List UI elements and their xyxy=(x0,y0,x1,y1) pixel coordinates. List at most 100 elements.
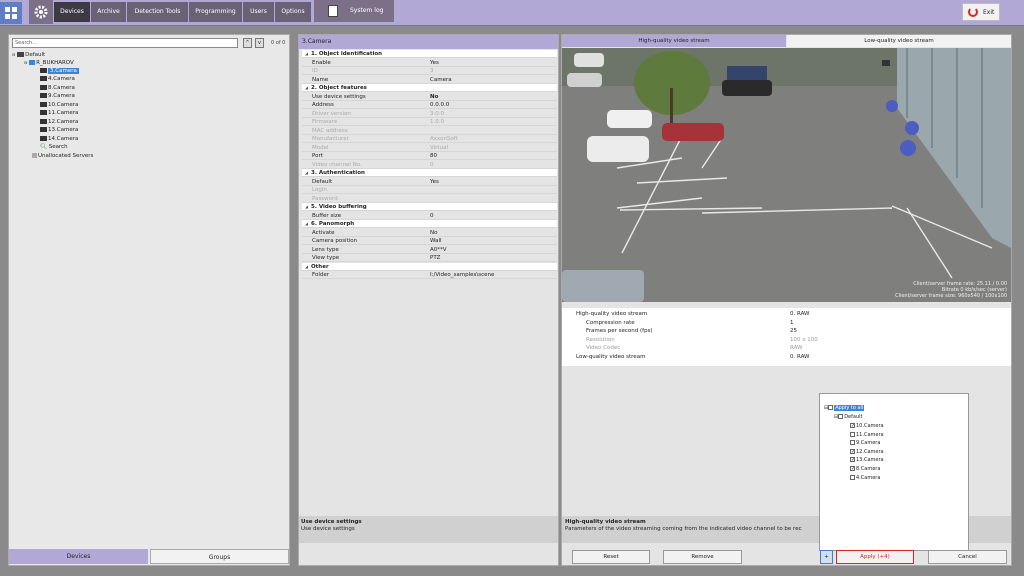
tree-server[interactable]: ⊟ R_BUKHAROV xyxy=(24,59,74,67)
popup-camera-item[interactable]: 4.Camera xyxy=(850,474,880,481)
tree-camera-12[interactable]: 12.Camera xyxy=(40,119,78,126)
property-row[interactable]: Camera position Wall xyxy=(302,237,557,245)
exit-button[interactable]: Exit xyxy=(962,3,1000,21)
popup-camera-item[interactable]: 9.Camera xyxy=(850,440,880,446)
apply-button[interactable]: Apply (+4) xyxy=(836,550,914,564)
camera-checkbox[interactable] xyxy=(850,431,855,437)
property-row[interactable]: Use device settings No xyxy=(302,93,557,101)
tree-camera-10[interactable]: 10.Camera xyxy=(40,102,78,109)
tree-camera-13[interactable]: 13.Camera xyxy=(40,127,78,134)
tree-camera-14[interactable]: 14.Camera xyxy=(40,136,78,143)
popup-camera-item[interactable]: ✓8.Camera xyxy=(850,466,880,472)
property-section[interactable]: ◢ 1. Object identification xyxy=(302,50,557,58)
tab-programming[interactable]: Programming xyxy=(189,2,242,22)
apply-all-checkbox[interactable] xyxy=(828,405,834,410)
tab-detection-tools[interactable]: Detection Tools xyxy=(127,2,188,22)
collapse-triangle-icon[interactable]: ◢ xyxy=(305,220,308,228)
tree-camera-8[interactable]: 8.Camera xyxy=(40,85,75,92)
property-section[interactable]: ◢ 2. Object features xyxy=(302,84,557,92)
property-value[interactable]: 80 xyxy=(430,152,437,160)
tree-camera-9[interactable]: 9.Camera xyxy=(40,93,75,100)
property-row[interactable]: Activate No xyxy=(302,229,557,237)
camera-checkbox[interactable]: ✓ xyxy=(850,466,855,472)
property-row[interactable]: Lens type A0**V xyxy=(302,246,557,254)
stream-setting-value[interactable]: 0. RAW xyxy=(790,353,810,361)
tab-options[interactable]: Options xyxy=(275,2,311,22)
property-row[interactable]: Driver version 3.0.0 xyxy=(302,110,557,118)
property-row[interactable]: Manufacturer AxxonSoft xyxy=(302,135,557,143)
settings-gear-icon[interactable] xyxy=(29,0,53,24)
tab-groups[interactable]: Groups xyxy=(150,549,289,564)
search-input[interactable]: Search... xyxy=(12,38,238,48)
tree-unallocated[interactable]: Unallocated Servers xyxy=(32,153,93,160)
search-next-button[interactable]: v xyxy=(255,38,264,48)
property-row[interactable]: ID 3 xyxy=(302,67,557,75)
tree-camera-11[interactable]: 11.Camera xyxy=(40,110,78,117)
property-value[interactable]: I:/Video_samples\scene xyxy=(430,271,494,279)
tree-camera-3[interactable]: 3.Camera xyxy=(40,68,79,75)
collapse-triangle-icon[interactable]: ◢ xyxy=(305,84,308,92)
tab-low-quality-stream[interactable]: Low-quality video stream xyxy=(787,35,1011,47)
property-value[interactable]: No xyxy=(430,93,438,101)
collapse-triangle-icon[interactable]: ◢ xyxy=(305,203,308,211)
popup-camera-item[interactable]: ✓12.Camera xyxy=(850,448,884,455)
property-value[interactable]: A0**V xyxy=(430,246,447,254)
property-value[interactable]: No xyxy=(430,229,437,237)
property-section[interactable]: ◢ 6. Panomorph xyxy=(302,220,557,228)
group-checkbox[interactable] xyxy=(838,414,844,419)
property-row[interactable]: Password xyxy=(302,195,557,203)
apply-to-all-item[interactable]: ⊟ Apply to all xyxy=(824,405,865,411)
stream-setting-value[interactable]: 1 xyxy=(790,319,794,327)
popup-camera-item[interactable]: ✓13.Camera xyxy=(850,457,884,463)
tree-root[interactable]: ⊟ Default xyxy=(12,51,45,59)
property-row[interactable]: Address 0.0.0.0 xyxy=(302,101,557,109)
property-section[interactable]: ◢ 3. Authentication xyxy=(302,169,557,177)
property-row[interactable]: Login xyxy=(302,186,557,194)
property-value[interactable]: 0.0.0.0 xyxy=(430,101,449,109)
property-row[interactable]: View type PTZ xyxy=(302,254,557,262)
collapse-triangle-icon[interactable]: ◢ xyxy=(305,263,308,271)
property-row[interactable]: Default Yes xyxy=(302,178,557,186)
property-row[interactable]: Name Camera xyxy=(302,76,557,84)
tab-archive[interactable]: Archive xyxy=(91,2,126,22)
app-grid-icon[interactable] xyxy=(0,2,22,24)
reset-button[interactable]: Reset xyxy=(572,550,650,564)
stream-setting-value[interactable]: 0. RAW xyxy=(790,310,810,318)
tab-high-quality-stream[interactable]: High-quality video stream xyxy=(562,35,786,47)
search-prev-button[interactable]: ^ xyxy=(243,38,252,48)
property-value[interactable]: Yes xyxy=(430,59,439,67)
camera-checkbox[interactable] xyxy=(850,440,855,446)
property-row[interactable]: MAC address xyxy=(302,127,557,135)
tree-search[interactable]: 🔍︎ Search xyxy=(40,144,68,151)
popup-camera-item[interactable]: 11.Camera xyxy=(850,431,884,438)
camera-checkbox[interactable]: ✓ xyxy=(850,423,855,429)
tab-users[interactable]: Users xyxy=(243,2,274,22)
stream-setting-value[interactable]: 25 xyxy=(790,327,797,335)
property-value[interactable]: Yes xyxy=(430,178,439,186)
camera-checkbox[interactable]: ✓ xyxy=(850,448,855,454)
property-row[interactable]: Folder I:/Video_samples\scene xyxy=(302,271,557,279)
stream-setting-row[interactable]: High-quality video stream 0. RAW xyxy=(564,310,1010,318)
camera-checkbox[interactable] xyxy=(850,474,855,480)
property-row[interactable]: Enable Yes xyxy=(302,59,557,67)
stream-setting-row[interactable]: Resolution 100 x 100 xyxy=(564,336,1010,344)
cancel-button[interactable]: Cancel xyxy=(928,550,1007,564)
property-row[interactable]: Model Virtual xyxy=(302,144,557,152)
property-value[interactable]: Camera xyxy=(430,76,452,84)
stream-setting-row[interactable]: Frames per second (fps) 25 xyxy=(564,327,1010,335)
property-row[interactable]: Buffer size 0 xyxy=(302,212,557,220)
property-row[interactable]: Port 80 xyxy=(302,152,557,160)
stream-setting-row[interactable]: Video Codec RAW xyxy=(564,344,1010,352)
collapse-triangle-icon[interactable]: ◢ xyxy=(305,169,308,177)
collapse-triangle-icon[interactable]: ◢ xyxy=(305,50,308,58)
remove-button[interactable]: Remove xyxy=(663,550,742,564)
add-button[interactable]: + xyxy=(820,550,833,564)
tree-camera-4[interactable]: 4.Camera xyxy=(40,76,75,83)
camera-checkbox[interactable]: ✓ xyxy=(850,457,855,463)
property-row[interactable]: Firmware 1.0.0 xyxy=(302,118,557,126)
popup-camera-item[interactable]: ✓10.Camera xyxy=(850,423,884,429)
popup-group-default[interactable]: ⊟ Default xyxy=(834,414,862,420)
property-value[interactable]: Wall xyxy=(430,237,442,245)
property-value[interactable]: PTZ xyxy=(430,254,440,262)
tab-devices[interactable]: Devices xyxy=(54,2,90,22)
